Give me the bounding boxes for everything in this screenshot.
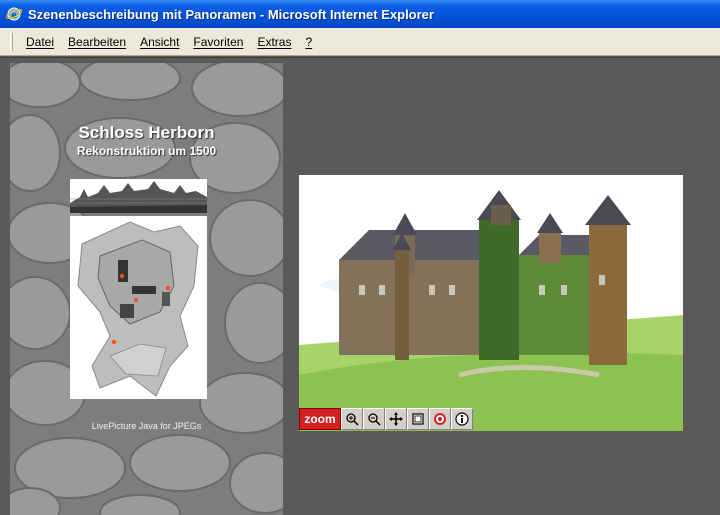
menu-extras[interactable]: Extras bbox=[250, 33, 298, 51]
target-icon bbox=[434, 413, 446, 425]
pan-icon bbox=[389, 412, 403, 426]
menu-bar: Datei Bearbeiten Ansicht Favoriten Extra… bbox=[0, 28, 720, 56]
window-title: Szenenbeschreibung mit Panoramen - Micro… bbox=[28, 6, 434, 22]
zoom-in-button[interactable] bbox=[341, 408, 363, 430]
page-button[interactable] bbox=[407, 408, 429, 430]
menu-bearbeiten[interactable]: Bearbeiten bbox=[61, 33, 133, 51]
zoom-out-icon bbox=[368, 413, 381, 426]
menu-datei[interactable]: Datei bbox=[19, 33, 61, 51]
menu-help[interactable]: ? bbox=[298, 33, 319, 51]
castle-panorama-viewer[interactable] bbox=[299, 175, 683, 431]
zoom-in-icon bbox=[346, 413, 359, 426]
info-icon bbox=[455, 412, 469, 426]
livepicture-caption: LivePicture Java for JPEGs bbox=[91, 421, 202, 431]
page-title: Schloss Herborn bbox=[78, 123, 215, 142]
internet-explorer-icon: e bbox=[6, 6, 22, 22]
zoom-out-button[interactable] bbox=[363, 408, 385, 430]
pan-button[interactable] bbox=[385, 408, 407, 430]
viewer-toolbar: zoom bbox=[299, 408, 473, 430]
page-icon bbox=[412, 413, 424, 425]
zoom-mode-button[interactable]: zoom bbox=[299, 408, 341, 430]
left-panel: Schloss Herborn Rekonstruktion um 1500 L… bbox=[10, 63, 283, 515]
castle-floor-plan[interactable] bbox=[70, 216, 207, 399]
info-button[interactable] bbox=[451, 408, 473, 430]
historic-engraving-image bbox=[70, 179, 207, 213]
menu-favoriten[interactable]: Favoriten bbox=[186, 33, 250, 51]
target-button[interactable] bbox=[429, 408, 451, 430]
menu-ansicht[interactable]: Ansicht bbox=[133, 33, 186, 51]
window-titlebar[interactable]: e Szenenbeschreibung mit Panoramen - Mic… bbox=[0, 0, 720, 28]
browser-viewport: Schloss Herborn Rekonstruktion um 1500 L… bbox=[0, 57, 720, 515]
toolbar-grip[interactable] bbox=[10, 32, 13, 51]
page-subtitle: Rekonstruktion um 1500 bbox=[76, 144, 217, 158]
